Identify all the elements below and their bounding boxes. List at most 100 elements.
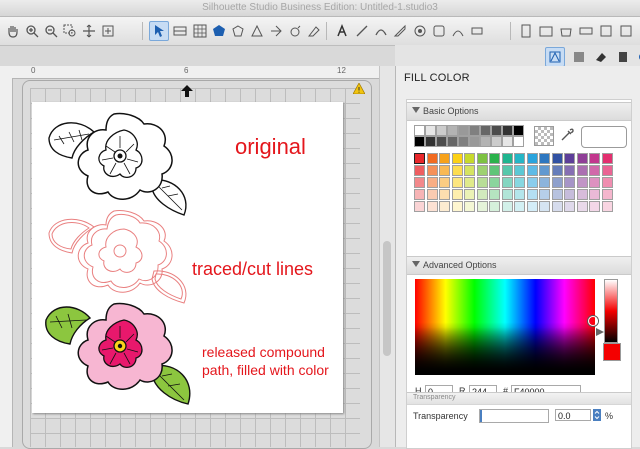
no-fill-swatch[interactable] xyxy=(534,126,554,146)
advanced-options-header[interactable]: Advanced Options xyxy=(407,256,631,275)
fill-icon[interactable] xyxy=(410,21,430,41)
knife2-icon[interactable] xyxy=(390,21,410,41)
edit-points-icon[interactable] xyxy=(170,21,190,41)
pan-hand-icon[interactable] xyxy=(3,21,23,41)
shape2-icon[interactable] xyxy=(247,21,267,41)
color-swatch[interactable] xyxy=(476,189,488,200)
color-swatch[interactable] xyxy=(589,153,600,164)
color-swatch[interactable] xyxy=(526,189,538,200)
scrollbar-thumb[interactable] xyxy=(383,241,391,356)
color-swatch[interactable] xyxy=(439,177,450,188)
color-swatch[interactable] xyxy=(501,189,513,200)
color-swatch[interactable] xyxy=(551,153,563,164)
warning-icon[interactable] xyxy=(353,83,365,94)
color-swatch[interactable] xyxy=(451,189,463,200)
canvas-vertical-scrollbar[interactable] xyxy=(379,66,395,447)
color-swatch[interactable] xyxy=(589,165,600,176)
color-swatch[interactable] xyxy=(451,165,463,176)
color-swatch[interactable] xyxy=(539,177,550,188)
color-swatch[interactable] xyxy=(551,165,563,176)
color-swatch[interactable] xyxy=(464,165,475,176)
eraser-icon[interactable] xyxy=(304,21,324,41)
color-swatch[interactable] xyxy=(576,153,588,164)
color-swatch[interactable] xyxy=(539,165,550,176)
transparency-slider-handle[interactable] xyxy=(480,410,482,422)
color-swatch[interactable] xyxy=(514,201,525,212)
fill-gradient-panel-icon[interactable] xyxy=(569,47,589,67)
design-page[interactable]: original traced/cut lines released compo… xyxy=(32,102,343,413)
color-swatch[interactable] xyxy=(425,125,436,136)
page-setup-icon[interactable] xyxy=(516,21,536,41)
color-swatch[interactable] xyxy=(601,189,613,200)
color-swatch[interactable] xyxy=(601,165,613,176)
color-swatch[interactable] xyxy=(451,177,463,188)
color-swatch[interactable] xyxy=(576,177,588,188)
color-swatch[interactable] xyxy=(539,153,550,164)
color-swatch[interactable] xyxy=(501,177,513,188)
color-swatch[interactable] xyxy=(439,165,450,176)
color-swatch[interactable] xyxy=(564,153,575,164)
color-swatch[interactable] xyxy=(414,165,425,176)
color-swatch[interactable] xyxy=(489,177,500,188)
color-swatch[interactable] xyxy=(414,189,425,200)
color-swatch[interactable] xyxy=(414,201,425,212)
color-swatch[interactable] xyxy=(514,189,525,200)
eraser-panel-icon[interactable] xyxy=(591,47,611,67)
color-swatch[interactable] xyxy=(589,189,600,200)
color-swatch[interactable] xyxy=(414,136,425,147)
shape-icon[interactable] xyxy=(228,21,248,41)
color-swatch[interactable] xyxy=(451,201,463,212)
color-swatch[interactable] xyxy=(476,201,488,212)
color-swatch[interactable] xyxy=(539,189,550,200)
color-swatch[interactable] xyxy=(601,153,613,164)
color-swatch[interactable] xyxy=(539,201,550,212)
fit-page-icon[interactable] xyxy=(98,21,118,41)
color-swatch[interactable] xyxy=(436,136,447,147)
color-swatch[interactable] xyxy=(426,177,438,188)
color-swatch[interactable] xyxy=(469,136,480,147)
color-swatch[interactable] xyxy=(526,177,538,188)
color-swatch[interactable] xyxy=(576,201,588,212)
pan-zoom-icon[interactable] xyxy=(79,21,99,41)
spectrum-picker-handle[interactable] xyxy=(588,316,598,326)
store-icon[interactable] xyxy=(556,21,576,41)
zoom-in-icon[interactable] xyxy=(22,21,42,41)
color-swatch[interactable] xyxy=(551,177,563,188)
color-swatch[interactable] xyxy=(436,125,447,136)
color-swatch[interactable] xyxy=(414,125,425,136)
help-icon[interactable] xyxy=(616,21,636,41)
color-swatch[interactable] xyxy=(501,165,513,176)
color-swatch[interactable] xyxy=(491,125,502,136)
gear-icon[interactable] xyxy=(633,47,640,67)
transparency-stepper-icon[interactable] xyxy=(593,409,601,421)
color-swatch[interactable] xyxy=(426,201,438,212)
color-swatch[interactable] xyxy=(502,136,513,147)
color-swatch[interactable] xyxy=(564,165,575,176)
curve-icon[interactable] xyxy=(285,21,305,41)
color-swatch[interactable] xyxy=(501,153,513,164)
color-swatch[interactable] xyxy=(489,201,500,212)
color-swatch[interactable] xyxy=(576,165,588,176)
zoom-box-icon[interactable] xyxy=(60,21,80,41)
color-swatch[interactable] xyxy=(458,125,469,136)
send-to-cutter-icon[interactable] xyxy=(576,21,596,41)
color-swatch[interactable] xyxy=(439,189,450,200)
page-panel-icon[interactable] xyxy=(613,47,633,67)
zoom-out-icon[interactable] xyxy=(41,21,61,41)
color-swatch[interactable] xyxy=(502,125,513,136)
color-swatch[interactable] xyxy=(551,201,563,212)
basic-options-header[interactable]: Basic Options xyxy=(407,102,631,121)
color-spectrum-picker[interactable] xyxy=(415,279,595,375)
color-swatch[interactable] xyxy=(513,136,524,147)
grid-icon[interactable] xyxy=(190,21,210,41)
library-icon[interactable] xyxy=(536,21,556,41)
color-swatch[interactable] xyxy=(564,201,575,212)
color-swatch[interactable] xyxy=(564,189,575,200)
color-swatch[interactable] xyxy=(589,201,600,212)
transparency-slider[interactable] xyxy=(479,409,549,423)
color-swatch[interactable] xyxy=(480,125,491,136)
color-swatch[interactable] xyxy=(514,153,525,164)
color-swatch[interactable] xyxy=(414,153,425,164)
luminance-slider[interactable] xyxy=(604,279,618,343)
send-icon[interactable] xyxy=(448,21,468,41)
